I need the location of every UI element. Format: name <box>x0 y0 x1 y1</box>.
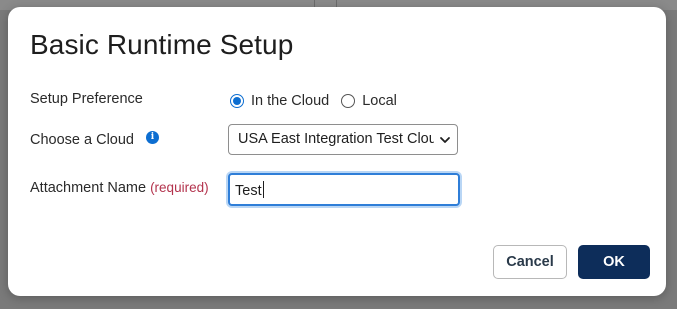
info-icon[interactable]: i <box>146 131 159 144</box>
attachment-name-input[interactable]: Test <box>228 173 460 206</box>
dialog-title: Basic Runtime Setup <box>30 29 294 60</box>
chevron-down-icon <box>440 137 450 143</box>
cloud-select-value: USA East Integration Test Cloud <box>238 131 434 147</box>
ok-button[interactable]: OK <box>578 245 650 279</box>
setup-preference-label: Setup Preference <box>30 91 143 107</box>
attachment-name-label: Attachment Name (required) <box>30 180 209 196</box>
radio-unchecked-icon[interactable] <box>341 94 356 108</box>
choose-cloud-label: Choose a Cloud <box>30 132 134 148</box>
required-indicator: (required) <box>150 180 209 195</box>
radio-checked-icon[interactable] <box>230 94 244 108</box>
radio-local[interactable]: Local <box>341 93 397 109</box>
attachment-name-label-text: Attachment Name <box>30 180 147 196</box>
runtime-setup-dialog: Basic Runtime Setup Setup Preference In … <box>8 7 666 296</box>
setup-preference-radio-group: In the Cloud Local <box>230 93 409 109</box>
radio-in-the-cloud-label: In the Cloud <box>251 93 330 109</box>
attachment-name-text: Test <box>235 183 262 199</box>
radio-local-label: Local <box>362 93 397 109</box>
cloud-select[interactable]: USA East Integration Test Cloud <box>228 124 458 155</box>
radio-in-the-cloud[interactable]: In the Cloud <box>230 93 329 109</box>
cancel-button[interactable]: Cancel <box>493 245 567 279</box>
attachment-name-value: Test <box>235 181 264 199</box>
text-caret <box>262 181 264 198</box>
